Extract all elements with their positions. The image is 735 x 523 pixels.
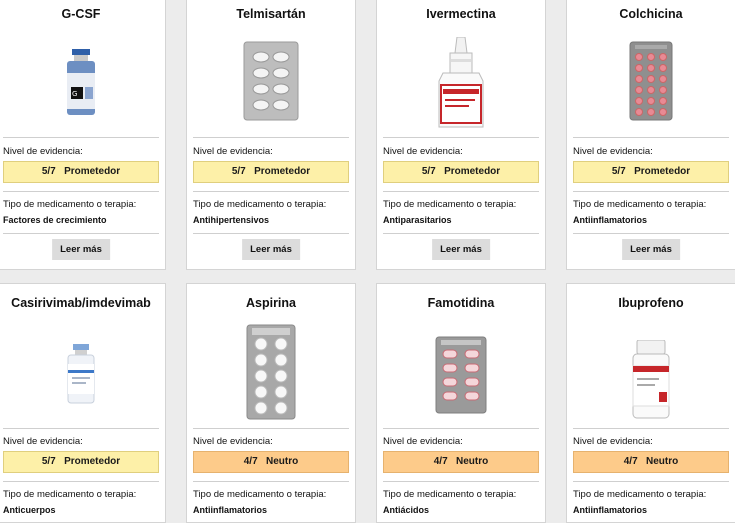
divider (573, 233, 729, 234)
type-label: Tipo de medicamento o terapia: (193, 489, 327, 500)
dropper-bottle-icon (377, 37, 545, 129)
divider (383, 428, 539, 429)
drug-card: Aspirina Nivel de evidencia: 4/7 Neutro … (186, 283, 356, 523)
drug-card: Famotidina Nivel de evidencia: 4/7 Neutr… (376, 283, 546, 523)
evidence-badge: 4/7 Neutro (573, 451, 729, 473)
evidence-badge: 5/7 Prometedor (3, 161, 159, 183)
evidence-level: Prometedor (634, 166, 691, 177)
divider (573, 481, 729, 482)
evidence-score: 4/7 (243, 456, 258, 467)
drug-category: Antiácidos (383, 505, 430, 515)
evidence-level: Neutro (456, 456, 489, 467)
drug-card: Colchicina Nivel de evidencia: 5/7 Prome… (566, 0, 735, 270)
evidence-level: Prometedor (64, 456, 121, 467)
evidence-label: Nivel de evidencia: (3, 146, 83, 157)
evidence-level: Prometedor (444, 166, 501, 177)
evidence-level: Neutro (266, 456, 299, 467)
drug-category: Antiinflamatorios (193, 505, 268, 515)
drug-name: Famotidina (427, 296, 495, 310)
divider (3, 428, 159, 429)
evidence-label: Nivel de evidencia: (3, 436, 83, 447)
evidence-score: 4/7 (623, 456, 638, 467)
evidence-score: 5/7 (41, 166, 56, 177)
drug-card: Ivermectina Nivel de evidencia: 5/7 Prom… (376, 0, 546, 270)
type-label: Tipo de medicamento o terapia: (383, 489, 517, 500)
drug-card-grid: G-CSF G Nivel de evidencia: 5/7 Prometed… (0, 0, 735, 523)
type-label: Tipo de medicamento o terapia: (383, 199, 517, 210)
divider (383, 191, 539, 192)
read-more-button[interactable]: Leer más (52, 239, 110, 260)
divider (573, 428, 729, 429)
divider (573, 191, 729, 192)
evidence-badge: 5/7 Prometedor (193, 161, 349, 183)
evidence-label: Nivel de evidencia: (383, 146, 463, 157)
blister-pack-icon (187, 41, 355, 121)
evidence-badge: 4/7 Neutro (383, 451, 539, 473)
type-label: Tipo de medicamento o terapia: (573, 489, 707, 500)
vial-icon: G (0, 49, 165, 117)
divider (193, 191, 349, 192)
drug-name: Aspirina (245, 296, 296, 310)
evidence-score: 5/7 (611, 166, 626, 177)
divider (383, 137, 539, 138)
drug-card: Casirivimab/imdevimab Nivel de evidencia… (0, 283, 166, 523)
divider (193, 137, 349, 138)
evidence-level: Prometedor (254, 166, 311, 177)
drug-name: Ivermectina (426, 7, 496, 21)
blister-pack-icon (377, 336, 545, 414)
type-label: Tipo de medicamento o terapia: (3, 199, 137, 210)
drug-name: G-CSF (61, 7, 101, 21)
evidence-badge: 4/7 Neutro (193, 451, 349, 473)
evidence-label: Nivel de evidencia: (573, 146, 653, 157)
evidence-score: 5/7 (231, 166, 246, 177)
divider (3, 191, 159, 192)
evidence-badge: 5/7 Prometedor (383, 161, 539, 183)
pill-bottle-icon (567, 340, 735, 420)
evidence-label: Nivel de evidencia: (573, 436, 653, 447)
divider (193, 233, 349, 234)
read-more-button[interactable]: Leer más (432, 239, 490, 260)
evidence-score: 5/7 (41, 456, 56, 467)
svg-text:G: G (72, 90, 77, 98)
divider (193, 481, 349, 482)
blister-pack-icon (187, 324, 355, 420)
drug-name: Colchicina (619, 7, 683, 21)
divider (3, 481, 159, 482)
drug-category: Antiparasitarios (383, 215, 452, 225)
divider (193, 428, 349, 429)
divider (573, 137, 729, 138)
evidence-badge: 5/7 Prometedor (573, 161, 729, 183)
evidence-badge: 5/7 Prometedor (3, 451, 159, 473)
drug-category: Antiinflamatorios (573, 505, 648, 515)
drug-name: Ibuprofeno (618, 296, 684, 310)
drug-name: Telmisartán (236, 7, 306, 21)
evidence-label: Nivel de evidencia: (193, 436, 273, 447)
type-label: Tipo de medicamento o terapia: (573, 199, 707, 210)
type-label: Tipo de medicamento o terapia: (193, 199, 327, 210)
drug-card: G-CSF G Nivel de evidencia: 5/7 Prometed… (0, 0, 166, 270)
divider (3, 137, 159, 138)
drug-card: Telmisartán Nivel de evidencia: 5/7 Prom… (186, 0, 356, 270)
drug-category: Antihipertensivos (193, 215, 270, 225)
divider (3, 233, 159, 234)
read-more-button[interactable]: Leer más (242, 239, 300, 260)
evidence-label: Nivel de evidencia: (193, 146, 273, 157)
divider (383, 481, 539, 482)
read-more-button[interactable]: Leer más (622, 239, 680, 260)
vial-icon (0, 344, 165, 404)
drug-name: Casirivimab/imdevimab (11, 296, 151, 310)
drug-category: Antiinflamatorios (573, 215, 648, 225)
evidence-level: Prometedor (64, 166, 121, 177)
type-label: Tipo de medicamento o terapia: (3, 489, 137, 500)
evidence-label: Nivel de evidencia: (383, 436, 463, 447)
evidence-score: 5/7 (421, 166, 436, 177)
evidence-level: Neutro (646, 456, 679, 467)
drug-category: Factores de crecimiento (3, 215, 107, 225)
evidence-score: 4/7 (433, 456, 448, 467)
divider (383, 233, 539, 234)
drug-card: Ibuprofeno Nivel de evidencia: 4/7 Neutr… (566, 283, 735, 523)
blister-pack-icon (567, 41, 735, 121)
drug-category: Anticuerpos (3, 505, 56, 515)
